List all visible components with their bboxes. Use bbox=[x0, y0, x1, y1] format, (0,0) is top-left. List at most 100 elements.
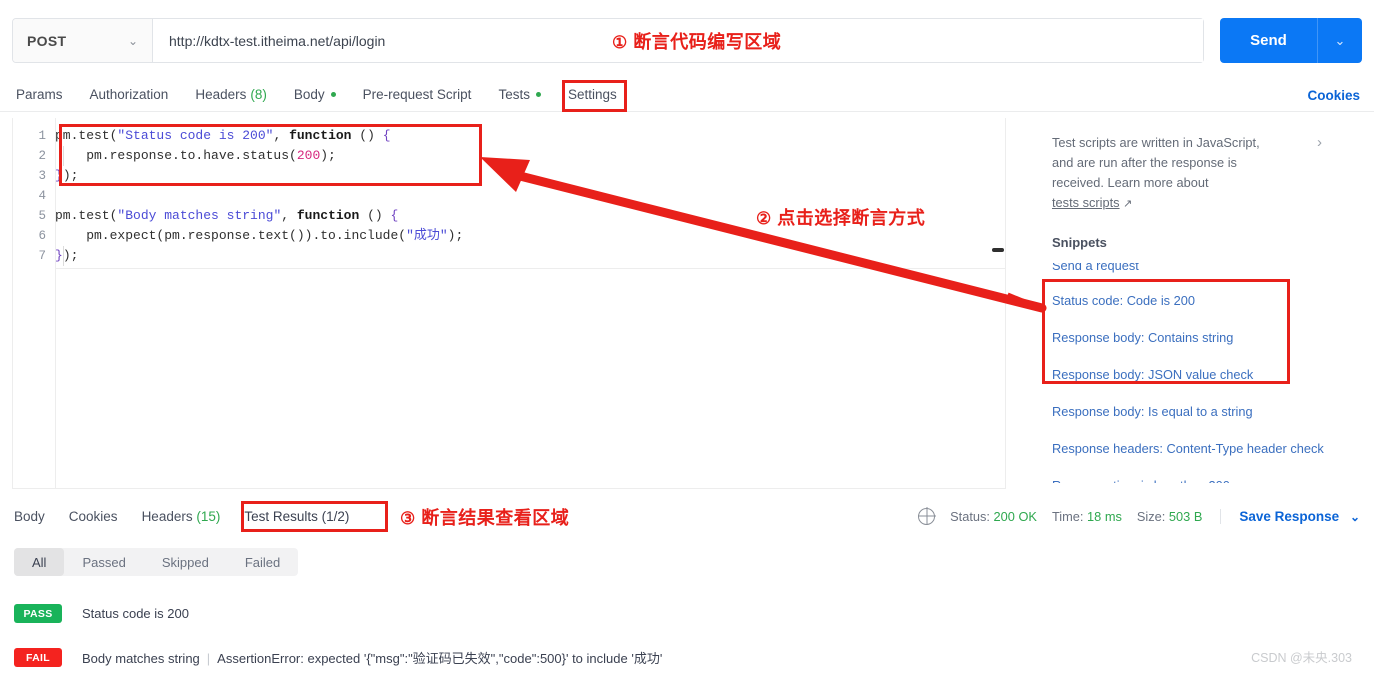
code-token: pm.test( bbox=[55, 208, 118, 223]
help-line-1: Test scripts are written in JavaScript, bbox=[1052, 135, 1260, 150]
request-tab-strip: Params Authorization Headers (8) Body Pre-req… bbox=[0, 78, 1374, 112]
status-code-field: Status: 200 OK bbox=[950, 509, 1037, 524]
save-response-button[interactable]: Save Response ⌄ bbox=[1220, 508, 1360, 524]
annotation-3-text: 断言结果查看区域 bbox=[421, 508, 570, 528]
code-token: function bbox=[296, 208, 360, 223]
tab-headers[interactable]: Headers (8) bbox=[195, 87, 267, 102]
tests-scripts-link[interactable]: tests scripts bbox=[1052, 195, 1120, 210]
time-value: 18 ms bbox=[1087, 508, 1122, 524]
send-button[interactable]: Send bbox=[1220, 18, 1317, 63]
tests-help-text: Test scripts are written in JavaScript, … bbox=[1052, 133, 1302, 214]
highlight-box-snippets bbox=[1042, 279, 1290, 384]
code-line: }); bbox=[55, 246, 1005, 266]
annotation-1-text: 断言代码编写区域 bbox=[633, 32, 782, 52]
size-value: 503 B bbox=[1168, 508, 1203, 524]
chevron-down-icon: ⌄ bbox=[127, 33, 138, 48]
unsaved-dot-icon bbox=[535, 92, 541, 97]
line-number: 2 bbox=[38, 149, 46, 163]
size-label: Size: bbox=[1136, 508, 1166, 524]
line-number: 6 bbox=[38, 229, 46, 243]
postman-request-response-view: POST ⌄ http://kdtx-test.itheima.net/api/… bbox=[0, 0, 1374, 679]
table-row: PASS Status code is 200 bbox=[14, 604, 189, 623]
tab-body[interactable]: Body bbox=[294, 87, 336, 102]
snippet-item[interactable]: Response time is less than 200ms bbox=[1052, 477, 1347, 483]
line-number: 1 bbox=[38, 129, 46, 143]
filter-label: Failed bbox=[244, 554, 281, 570]
filter-failed[interactable]: Failed bbox=[227, 548, 298, 576]
test-name-text: Body matches string bbox=[82, 651, 200, 666]
code-token: "Body matches string" bbox=[117, 208, 282, 223]
response-tab-headers[interactable]: Headers (15) bbox=[142, 509, 221, 524]
code-token: , bbox=[281, 208, 297, 223]
request-url-value: http://kdtx-test.itheima.net/api/login bbox=[169, 32, 386, 49]
filter-skipped[interactable]: Skipped bbox=[144, 548, 227, 576]
chevron-down-icon: ⌄ bbox=[1334, 32, 1346, 48]
http-method-label: POST bbox=[27, 32, 67, 49]
highlight-box-test-results-tab bbox=[241, 501, 388, 532]
test-result-filters: All Passed Skipped Failed bbox=[14, 548, 299, 576]
test-error-detail: AssertionError: expected '{"msg":"验证码已失效… bbox=[217, 651, 663, 666]
line-number: 3 bbox=[38, 169, 46, 183]
send-options-button[interactable]: ⌄ bbox=[1317, 18, 1362, 63]
cookies-link-label: Cookies bbox=[1307, 87, 1360, 103]
highlight-box-code-region bbox=[59, 124, 482, 186]
tab-label: Headers bbox=[195, 87, 247, 102]
response-tab-label: Headers bbox=[141, 508, 193, 524]
tab-params[interactable]: Params bbox=[16, 87, 63, 102]
line-number: 4 bbox=[38, 189, 46, 203]
code-token: () bbox=[359, 208, 391, 223]
annotation-3: ③ 断言结果查看区域 bbox=[400, 504, 569, 530]
collapse-sidebar-button[interactable]: › bbox=[1317, 134, 1322, 151]
annotation-2-number: ② bbox=[756, 209, 772, 228]
table-row: FAIL Body matches string | AssertionError:… bbox=[14, 648, 662, 667]
annotation-2: ② 点击选择断言方式 bbox=[756, 204, 925, 230]
response-tab-label: Body bbox=[14, 508, 45, 524]
annotation-2-text: 点击选择断言方式 bbox=[777, 208, 926, 228]
status-badge: PASS bbox=[14, 604, 62, 623]
http-method-selector[interactable]: POST ⌄ bbox=[13, 19, 153, 62]
save-response-label: Save Response bbox=[1239, 508, 1340, 524]
response-time-field: Time: 18 ms bbox=[1052, 509, 1122, 524]
chevron-right-icon: › bbox=[1317, 134, 1322, 151]
tab-pre-request-script[interactable]: Pre-request Script bbox=[363, 87, 472, 102]
send-button-label: Send bbox=[1250, 32, 1287, 49]
status-label: Status: bbox=[950, 508, 990, 524]
chevron-down-icon: ⌄ bbox=[1349, 509, 1360, 524]
filter-all[interactable]: All bbox=[14, 548, 65, 576]
unsaved-dot-icon bbox=[330, 92, 336, 97]
status-value: 200 OK bbox=[993, 508, 1037, 524]
globe-icon bbox=[918, 507, 936, 525]
tab-label: Body bbox=[293, 87, 325, 102]
tab-label: Pre-request Script bbox=[362, 87, 472, 102]
filter-passed[interactable]: Passed bbox=[64, 548, 143, 576]
send-button-group: Send ⌄ bbox=[1220, 18, 1362, 63]
snippet-item[interactable]: Response headers: Content-Type header ch… bbox=[1052, 440, 1347, 458]
help-line-3: received. Learn more about bbox=[1052, 175, 1209, 190]
test-result-name: Status code is 200 bbox=[82, 606, 189, 621]
response-tab-body[interactable]: Body bbox=[14, 509, 45, 524]
external-link-icon: ↗ bbox=[1123, 198, 1133, 210]
cookies-link[interactable]: Cookies bbox=[1307, 78, 1360, 112]
response-tab-cookies[interactable]: Cookies bbox=[69, 509, 118, 524]
help-line-2: and are run after the response is bbox=[1052, 155, 1237, 170]
response-tab-count: (15) bbox=[196, 508, 221, 524]
tab-label: Authorization bbox=[89, 87, 169, 102]
line-number: 7 bbox=[38, 249, 46, 263]
code-token: "成功" bbox=[406, 228, 448, 243]
snippet-item[interactable]: Send a request bbox=[1052, 263, 1347, 275]
code-token: ); bbox=[447, 228, 464, 243]
tab-label: Params bbox=[16, 87, 63, 102]
annotation-1-number: ① bbox=[612, 33, 628, 52]
separator: | bbox=[206, 651, 211, 666]
filter-label: Skipped bbox=[161, 554, 209, 570]
request-url-bar: POST ⌄ http://kdtx-test.itheima.net/api/… bbox=[12, 18, 1204, 63]
time-label: Time: bbox=[1051, 508, 1084, 524]
annotation-1: ① 断言代码编写区域 bbox=[612, 28, 781, 54]
snippet-item[interactable]: Response body: Is equal to a string bbox=[1052, 403, 1347, 421]
tab-authorization[interactable]: Authorization bbox=[90, 87, 169, 102]
tab-tests[interactable]: Tests bbox=[498, 87, 541, 102]
filter-label: Passed bbox=[82, 554, 126, 570]
line-number: 5 bbox=[38, 209, 46, 223]
filter-label: All bbox=[32, 554, 47, 570]
annotation-3-number: ③ bbox=[400, 509, 416, 528]
